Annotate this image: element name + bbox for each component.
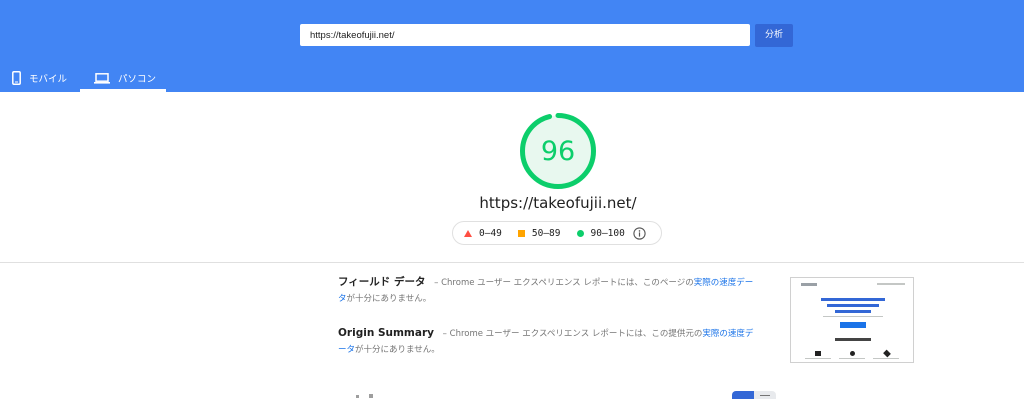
legend-item-fail: 0–49 (464, 228, 502, 239)
origin-summary-title: Origin Summary (338, 327, 434, 339)
legend-range-pass: 90–100 (590, 227, 625, 239)
origin-summary-suffix: が十分にありません。 (355, 345, 440, 355)
legend-range-average: 50–89 (531, 227, 561, 239)
legend-item-average: 50–89 (517, 227, 561, 239)
page-screenshot-thumbnail (790, 277, 914, 363)
smartphone-icon (12, 71, 21, 85)
tab-desktop[interactable]: パソコン (94, 64, 156, 92)
active-tab-indicator (80, 89, 166, 92)
analyzed-page-url: https://takeofujii.net/ (479, 194, 637, 212)
field-data-suffix: が十分にありません。 (346, 294, 432, 304)
info-icon[interactable] (633, 226, 646, 240)
tab-mobile-label: モバイル (29, 74, 68, 85)
tab-desktop-label: パソコン (118, 74, 157, 85)
triangle-icon (464, 229, 472, 237)
score-value: 96 (540, 135, 576, 167)
tab-mobile[interactable]: モバイル (12, 64, 67, 92)
field-data-text: – Chrome ユーザー エクスペリエンス レポートには、このページの (431, 278, 694, 288)
origin-summary-text: – Chrome ユーザー エクスペリエンス レポートには、この提供元の (439, 329, 703, 339)
section-divider (0, 262, 1024, 263)
analyze-button[interactable]: 分析 (755, 24, 793, 47)
field-data-section: フィールド データ – Chrome ユーザー エクスペリエンス レポートには、… (338, 274, 758, 307)
laptop-icon (94, 72, 110, 84)
url-input[interactable] (300, 24, 750, 46)
score-legend: 0–49 50–89 90–100 (452, 221, 662, 245)
origin-summary-section: Origin Summary – Chrome ユーザー エクスペリエンス レポ… (338, 325, 758, 358)
square-icon (517, 229, 525, 237)
list-icon (760, 395, 770, 396)
circle-icon (576, 229, 584, 237)
legend-item-pass: 90–100 (576, 227, 625, 239)
field-data-title: フィールド データ (338, 276, 426, 288)
legend-range-fail: 0–49 (479, 227, 502, 239)
next-section-heading-partial (356, 394, 373, 398)
